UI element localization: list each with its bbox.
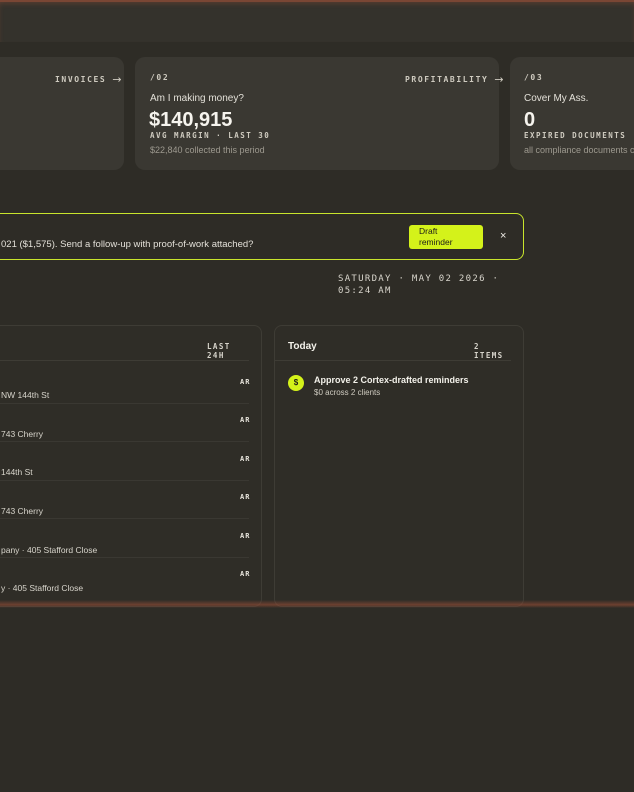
invoices-link[interactable]: INVOICES → [55,73,122,86]
overdue-alert-banner: 021 ($1,575). Send a follow-up with proo… [0,213,524,260]
activity-row[interactable]: AR 144th St [0,443,263,481]
close-icon[interactable]: × [500,230,506,242]
alert-message: 021 ($1,575). Send a follow-up with proo… [1,239,254,250]
activity-row[interactable]: AR y · 405 Stafford Close [0,558,263,596]
card-subtext: $22,840 collected this period [150,145,265,155]
profitability-card[interactable]: /02 PROFITABILITY → Am I making money? $… [135,57,504,170]
row-text: 743 Cherry [1,506,44,516]
ar-badge: AR [240,493,251,501]
app-viewport: INVOICES → /02 PROFITABILITY → Am I maki… [0,0,634,792]
card-question: Cover My Ass. [524,93,589,104]
compliance-card[interactable]: /03 Cover My Ass. 0 EXPIRED DOCUMENTS al… [510,57,634,170]
activity-row[interactable]: AR 743 Cherry [0,404,263,442]
card-question: Am I making money? [150,93,244,104]
invoices-card[interactable]: INVOICES → [0,57,124,170]
ar-badge: AR [240,570,251,578]
todo-title: Approve 2 Cortex-drafted reminders [314,375,469,385]
top-bar [0,0,634,42]
invoices-link-label: INVOICES [55,75,107,84]
row-text: y · 405 Stafford Close [1,583,84,593]
divider [0,518,249,519]
arrow-right-icon: → [494,73,504,86]
ar-badge: AR [240,378,251,386]
ar-badge: AR [240,416,251,424]
row-text: 144th St [1,467,33,477]
divider [0,360,249,361]
card-number: /03 [524,73,544,82]
bottom-edge-glow [0,600,634,608]
divider [0,441,249,442]
items-count: 2 ITEMS [474,342,504,360]
dollar-icon: $ [288,375,304,391]
divider [275,360,511,361]
row-text: 743 Cherry [1,429,44,439]
period-label: LAST 24H [207,342,231,360]
row-text: NW 144th St [1,390,50,400]
profitability-link[interactable]: PROFITABILITY → [405,73,504,86]
todo-item[interactable]: $ Approve 2 Cortex-drafted reminders $0 … [288,373,508,401]
card-subtext: all compliance documents cu [524,145,634,155]
profitability-link-label: PROFITABILITY [405,75,489,84]
card-value: $140,915 [149,109,233,131]
row-text: pany · 405 Stafford Close [1,545,98,555]
draft-reminder-button[interactable]: Draft reminder [409,225,483,249]
arrow-right-icon: → [112,73,122,86]
activity-panel: LAST 24H AR NW 144th St AR 743 Cherry AR… [0,325,262,607]
card-number: /02 [150,73,170,82]
date-time-display: SATURDAY · MAY 02 2026 · 05:24 AM [338,274,500,296]
today-title: Today [288,341,317,352]
today-panel: Today 2 ITEMS $ Approve 2 Cortex-drafted… [274,325,524,607]
activity-row[interactable]: AR NW 144th St [0,366,263,404]
todo-subtext: $0 across 2 clients [314,388,381,397]
ar-badge: AR [240,532,251,540]
card-caption: EXPIRED DOCUMENTS [524,131,627,140]
card-value: 0 [524,109,536,131]
activity-row[interactable]: AR 743 Cherry [0,481,263,519]
activity-row[interactable]: AR pany · 405 Stafford Close [0,520,263,558]
card-caption: AVG MARGIN · LAST 30 [150,131,271,140]
ar-badge: AR [240,455,251,463]
